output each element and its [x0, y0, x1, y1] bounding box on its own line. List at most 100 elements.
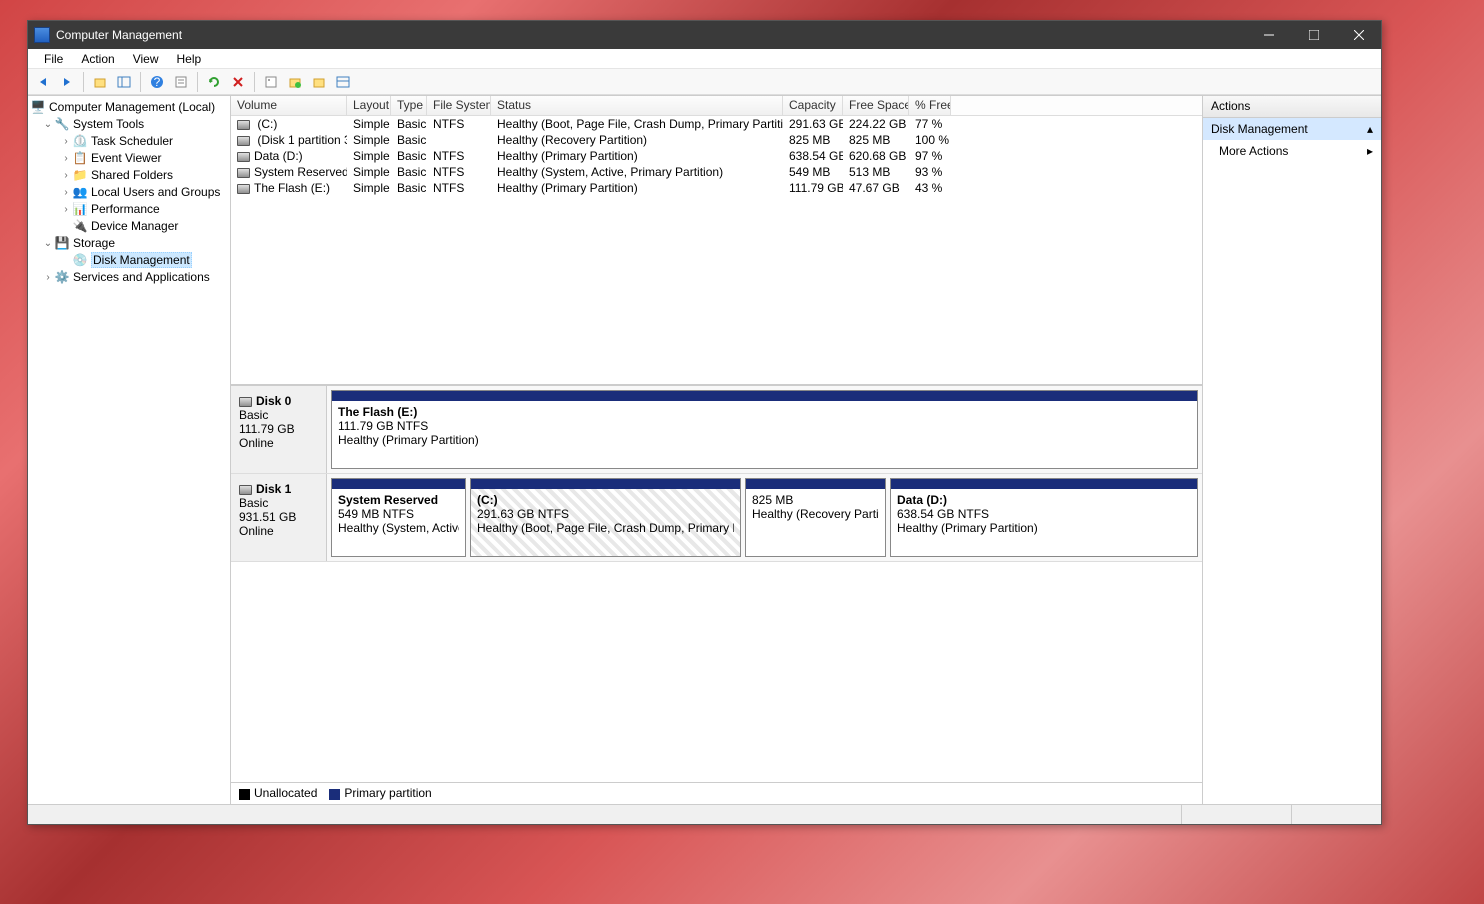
col-filesystem[interactable]: File System [427, 96, 491, 115]
perf-icon: 📊 [72, 201, 88, 217]
tree-system-tools[interactable]: ⌄🔧System Tools [28, 116, 230, 133]
actions-disk-management[interactable]: Disk Management▴ [1203, 118, 1381, 140]
actions-more[interactable]: More Actions▸ [1203, 140, 1381, 162]
partition-header [746, 479, 885, 489]
tree-services[interactable]: ›⚙️Services and Applications [28, 269, 230, 286]
volume-row[interactable]: (C:)SimpleBasicNTFSHealthy (Boot, Page F… [231, 116, 1202, 132]
properties-button[interactable] [170, 71, 192, 93]
partition-body: The Flash (E:)111.79 GB NTFSHealthy (Pri… [332, 401, 1197, 468]
tree-disk-management[interactable]: 💿Disk Management [28, 252, 230, 269]
partition-box[interactable]: System Reserved549 MB NTFSHealthy (Syste… [331, 478, 466, 557]
toolbar-separator [197, 72, 198, 92]
toolbar-separator [140, 72, 141, 92]
maximize-button[interactable] [1291, 21, 1336, 49]
tree-shared-folders[interactable]: ›📁Shared Folders [28, 167, 230, 184]
collapse-icon[interactable]: ⌄ [42, 238, 54, 249]
main-body: 🖥️Computer Management (Local) ⌄🔧System T… [28, 95, 1381, 804]
svg-text:?: ? [154, 75, 161, 89]
tree-label: Device Manager [91, 219, 178, 233]
chevron-right-icon: ▸ [1367, 144, 1373, 158]
tree-performance[interactable]: ›📊Performance [28, 201, 230, 218]
refresh-button[interactable] [203, 71, 225, 93]
delete-button[interactable] [227, 71, 249, 93]
expand-icon[interactable]: › [60, 187, 72, 198]
tree-event-viewer[interactable]: ›📋Event Viewer [28, 150, 230, 167]
tree-label: Performance [91, 202, 160, 216]
forward-button[interactable] [56, 71, 78, 93]
open-button[interactable] [308, 71, 330, 93]
expand-icon[interactable]: › [60, 170, 72, 181]
tree-label: Storage [73, 236, 115, 250]
disk-icon [237, 120, 250, 130]
col-pctfree[interactable]: % Free [909, 96, 951, 115]
settings-button[interactable] [260, 71, 282, 93]
actions-panel: Actions Disk Management▴ More Actions▸ [1203, 96, 1381, 804]
tree-storage[interactable]: ⌄💾Storage [28, 235, 230, 252]
partition-header [471, 479, 740, 489]
minimize-button[interactable] [1246, 21, 1291, 49]
expand-icon[interactable]: › [60, 204, 72, 215]
expand-icon[interactable]: › [60, 136, 72, 147]
volume-row[interactable]: Data (D:)SimpleBasicNTFSHealthy (Primary… [231, 148, 1202, 164]
col-volume[interactable]: Volume [231, 96, 347, 115]
partition-box[interactable]: (C:)291.63 GB NTFSHealthy (Boot, Page Fi… [470, 478, 741, 557]
col-capacity[interactable]: Capacity [783, 96, 843, 115]
up-button[interactable] [89, 71, 111, 93]
partition-header [332, 391, 1197, 401]
col-layout[interactable]: Layout [347, 96, 391, 115]
menu-action[interactable]: Action [73, 50, 122, 68]
navigation-tree[interactable]: 🖥️Computer Management (Local) ⌄🔧System T… [28, 96, 231, 804]
legend: Unallocated Primary partition [231, 782, 1202, 804]
disk-graph-view[interactable]: Disk 0Basic111.79 GBOnlineThe Flash (E:)… [231, 386, 1202, 782]
menubar: File Action View Help [28, 49, 1381, 69]
volume-row[interactable]: (Disk 1 partition 3)SimpleBasicHealthy (… [231, 132, 1202, 148]
menu-help[interactable]: Help [169, 50, 210, 68]
partition-body: Data (D:)638.54 GB NTFSHealthy (Primary … [891, 489, 1197, 556]
titlebar[interactable]: Computer Management [28, 21, 1381, 49]
partition-body: System Reserved549 MB NTFSHealthy (Syste… [332, 489, 465, 556]
status-left [28, 805, 1181, 824]
partition-header [891, 479, 1197, 489]
status-cell [1181, 805, 1291, 824]
actions-header: Actions [1203, 96, 1381, 118]
clock-icon: ⏲️ [72, 133, 88, 149]
tree-device-manager[interactable]: 🔌Device Manager [28, 218, 230, 235]
toolbar: ? [28, 69, 1381, 95]
list-button[interactable] [332, 71, 354, 93]
partition-box[interactable]: The Flash (E:)111.79 GB NTFSHealthy (Pri… [331, 390, 1198, 469]
expand-icon[interactable]: › [42, 272, 54, 283]
back-button[interactable] [32, 71, 54, 93]
users-icon: 👥 [72, 184, 88, 200]
list-header: Volume Layout Type File System Status Ca… [231, 96, 1202, 116]
volume-row[interactable]: System ReservedSimpleBasicNTFSHealthy (S… [231, 164, 1202, 180]
volume-list[interactable]: Volume Layout Type File System Status Ca… [231, 96, 1202, 386]
show-hide-tree-button[interactable] [113, 71, 135, 93]
tree-label: Computer Management (Local) [49, 100, 215, 114]
partition-box[interactable]: Data (D:)638.54 GB NTFSHealthy (Primary … [890, 478, 1198, 557]
new-folder-button[interactable] [284, 71, 306, 93]
tools-icon: 🔧 [54, 116, 70, 132]
help-button[interactable]: ? [146, 71, 168, 93]
disk-info[interactable]: Disk 0Basic111.79 GBOnline [231, 386, 327, 473]
close-button[interactable] [1336, 21, 1381, 49]
menu-view[interactable]: View [125, 50, 167, 68]
tree-local-users[interactable]: ›👥Local Users and Groups [28, 184, 230, 201]
device-icon: 🔌 [72, 218, 88, 234]
legend-unallocated: Unallocated [239, 786, 317, 800]
legend-swatch-black [239, 789, 250, 800]
tree-root[interactable]: 🖥️Computer Management (Local) [28, 99, 230, 116]
partition-body: 825 MBHealthy (Recovery Partition [746, 489, 885, 556]
col-status[interactable]: Status [491, 96, 783, 115]
legend-swatch-navy [329, 789, 340, 800]
col-freespace[interactable]: Free Space [843, 96, 909, 115]
disk-info[interactable]: Disk 1Basic931.51 GBOnline [231, 474, 327, 561]
partition-header [332, 479, 465, 489]
menu-file[interactable]: File [36, 50, 71, 68]
expand-icon[interactable]: › [60, 153, 72, 164]
collapse-icon[interactable]: ⌄ [42, 119, 54, 130]
partition-box[interactable]: 825 MBHealthy (Recovery Partition [745, 478, 886, 557]
disk-icon [237, 184, 250, 194]
col-type[interactable]: Type [391, 96, 427, 115]
volume-row[interactable]: The Flash (E:)SimpleBasicNTFSHealthy (Pr… [231, 180, 1202, 196]
tree-task-scheduler[interactable]: ›⏲️Task Scheduler [28, 133, 230, 150]
